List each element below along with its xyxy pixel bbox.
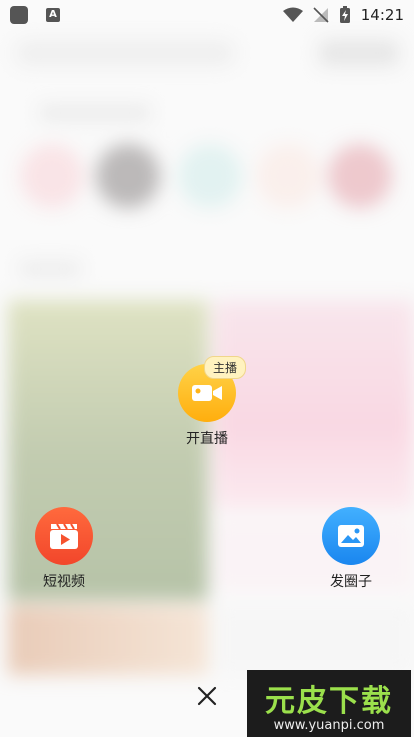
live-action[interactable]: 主播 开直播 xyxy=(172,356,247,448)
no-signal-icon xyxy=(313,7,329,23)
live-label: 开直播 xyxy=(186,431,228,447)
post-label: 发圈子 xyxy=(330,574,372,590)
wifi-icon xyxy=(282,7,303,22)
battery-charging-icon xyxy=(339,6,350,23)
video-camera-icon xyxy=(192,385,222,401)
clock: 14:21 xyxy=(360,6,404,24)
watermark: 元皮下载 www.yuanpi.com xyxy=(247,670,411,737)
post-button[interactable] xyxy=(322,507,380,565)
status-bar: A 14:21 xyxy=(0,0,414,30)
watermark-title: 元皮下载 xyxy=(265,684,393,719)
short-video-button[interactable] xyxy=(35,507,93,565)
close-button[interactable] xyxy=(187,676,227,716)
watermark-url: www.yuanpi.com xyxy=(273,718,385,733)
image-icon xyxy=(338,525,364,547)
anchor-badge: 主播 xyxy=(204,356,247,379)
keyboard-a-icon: A xyxy=(46,8,60,22)
short-video-action[interactable]: 短视频 xyxy=(29,507,99,591)
live-button[interactable]: 主播 xyxy=(178,356,247,422)
post-action[interactable]: 发圈子 xyxy=(316,507,386,591)
app-notification-icon xyxy=(10,6,28,24)
close-icon xyxy=(197,686,217,706)
clapperboard-icon xyxy=(50,523,78,549)
short-video-label: 短视频 xyxy=(43,574,85,590)
